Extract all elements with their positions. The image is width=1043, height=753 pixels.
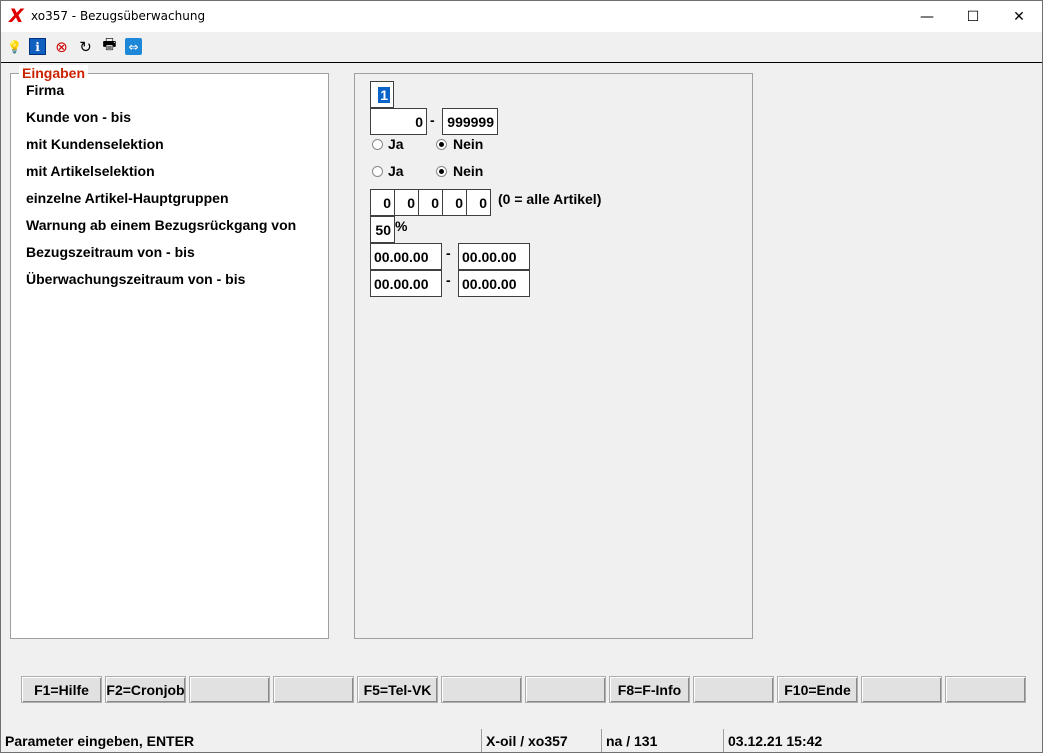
inputs-panel: [354, 73, 753, 639]
hauptgruppe-2-input[interactable]: 0: [394, 189, 419, 216]
kunde-von-input[interactable]: 0: [370, 108, 427, 135]
hauptgruppen-hint: (0 = alle Artikel): [498, 191, 602, 207]
labels-panel: [10, 73, 329, 639]
f11-button[interactable]: [861, 676, 942, 703]
status-message: Parameter eingeben, ENTER: [5, 732, 195, 749]
window-title: xo357 - Bezugsüberwachung: [31, 9, 206, 23]
f9-button[interactable]: [693, 676, 774, 703]
app-logo-icon: X: [9, 5, 24, 27]
f6-button[interactable]: [441, 676, 522, 703]
maximize-button[interactable]: ☐: [950, 1, 996, 32]
f1-help-button[interactable]: F1=Hilfe: [21, 676, 102, 703]
group-legend: Eingaben: [19, 65, 89, 81]
refresh-icon[interactable]: ↻: [77, 38, 94, 56]
label-warnung: Warnung ab einem Bezugsrückgang von: [26, 217, 297, 233]
warnung-input[interactable]: 50: [370, 216, 395, 243]
cancel-icon[interactable]: ⊗: [53, 38, 70, 56]
remote-icon[interactable]: ⇔: [125, 38, 142, 55]
kundenselektion-nein-label: Nein: [453, 136, 484, 152]
f2-cronjob-button[interactable]: F2=Cronjob: [105, 676, 186, 703]
label-kundenselektion: mit Kundenselektion: [26, 136, 164, 152]
title-bar[interactable]: X xo357 - Bezugsüberwachung — ☐ ✕: [1, 1, 1042, 32]
label-kunde: Kunde von - bis: [26, 109, 131, 125]
f7-button[interactable]: [525, 676, 606, 703]
f3-button[interactable]: [189, 676, 270, 703]
lightbulb-icon[interactable]: 💡: [6, 38, 23, 55]
ueberwachung-dash: -: [446, 272, 451, 288]
hauptgruppe-3-input[interactable]: 0: [418, 189, 443, 216]
print-icon[interactable]: 🖶: [101, 35, 118, 55]
kunde-dash: -: [430, 112, 435, 128]
bezug-bis-input[interactable]: 00.00.00: [458, 243, 530, 270]
bezug-von-input[interactable]: 00.00.00: [370, 243, 442, 270]
artikelselektion-ja-label: Ja: [388, 163, 404, 179]
kunde-bis-input[interactable]: 999999: [442, 108, 498, 135]
status-user: na / 131: [601, 729, 723, 752]
f10-end-button[interactable]: F10=Ende: [777, 676, 858, 703]
status-datetime: 03.12.21 15:42: [723, 729, 1042, 752]
label-firma: Firma: [26, 82, 65, 98]
label-ueberwachungszeitraum: Überwachungszeitraum von - bis: [26, 271, 246, 287]
label-hauptgruppen: einzelne Artikel-Hauptgruppen: [26, 190, 229, 206]
hauptgruppe-1-input[interactable]: 0: [370, 189, 395, 216]
ueberwachung-von-input[interactable]: 00.00.00: [370, 270, 442, 297]
info-icon[interactable]: ℹ: [29, 38, 46, 55]
kundenselektion-ja-radio[interactable]: [372, 139, 383, 150]
hauptgruppe-5-input[interactable]: 0: [466, 189, 491, 216]
f5-tel-vk-button[interactable]: F5=Tel-VK: [357, 676, 438, 703]
minimize-button[interactable]: —: [904, 1, 950, 32]
kundenselektion-ja-label: Ja: [388, 136, 404, 152]
artikelselektion-nein-label: Nein: [453, 163, 484, 179]
toolbar-divider: [1, 62, 1042, 63]
percent-sign: %: [395, 218, 408, 234]
status-bar: Parameter eingeben, ENTER X-oil / xo357 …: [1, 729, 1042, 752]
label-bezugszeitraum: Bezugszeitraum von - bis: [26, 244, 195, 260]
label-artikelselektion: mit Artikelselektion: [26, 163, 155, 179]
f12-button[interactable]: [945, 676, 1026, 703]
toolbar: 💡 ℹ ⊗ ↻ 🖶 ⇔: [1, 34, 1042, 60]
f8-f-info-button[interactable]: F8=F-Info: [609, 676, 690, 703]
kundenselektion-nein-radio[interactable]: [436, 139, 447, 150]
hauptgruppe-4-input[interactable]: 0: [442, 189, 467, 216]
close-button[interactable]: ✕: [996, 1, 1042, 32]
artikelselektion-ja-radio[interactable]: [372, 166, 383, 177]
status-program: X-oil / xo357: [481, 729, 601, 752]
bezug-dash: -: [446, 245, 451, 261]
artikelselektion-nein-radio[interactable]: [436, 166, 447, 177]
firma-input[interactable]: 1: [370, 81, 394, 108]
application-window: X xo357 - Bezugsüberwachung — ☐ ✕ 💡 ℹ ⊗ …: [0, 0, 1043, 753]
ueberwachung-bis-input[interactable]: 00.00.00: [458, 270, 530, 297]
firma-value: 1: [378, 86, 390, 103]
f4-button[interactable]: [273, 676, 354, 703]
